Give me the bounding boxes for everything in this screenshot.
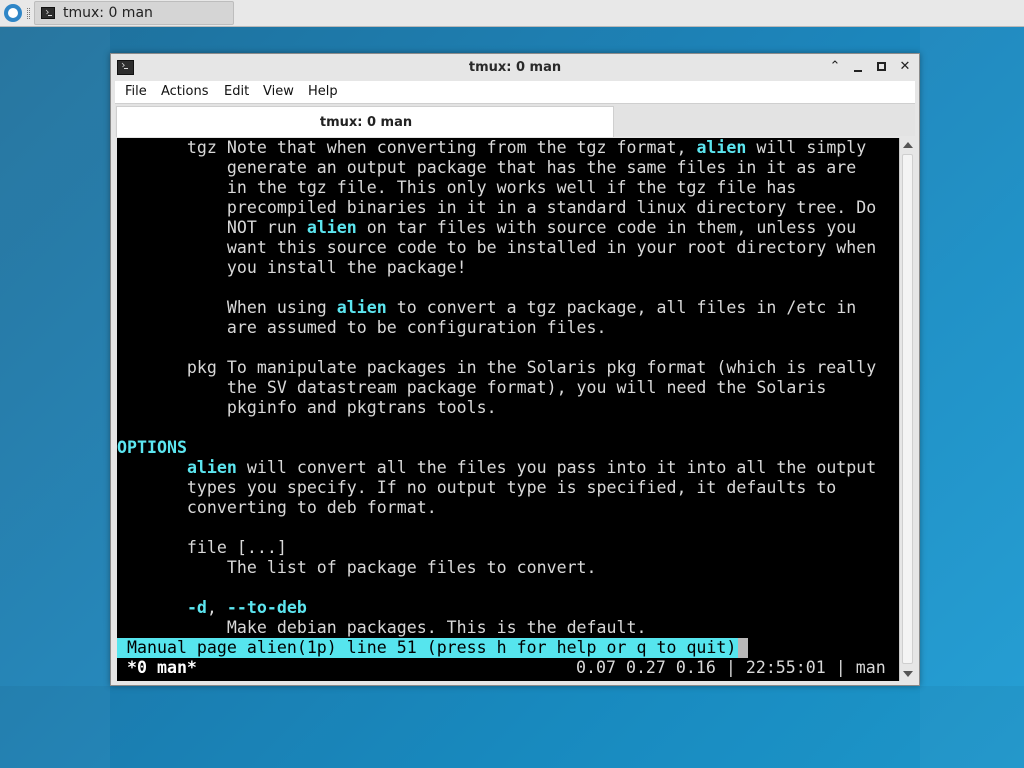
man-text: will simply [746,138,867,157]
man-text: generate an output package that has the … [117,158,857,177]
man-status-text: Manual page alien(1p) line 51 (press h f… [117,638,737,657]
taskbar-window-label: tmux: 0 man [63,5,153,21]
man-line: alien will convert all the files you pas… [117,458,876,478]
start-menu-icon[interactable] [4,4,22,22]
man-line: file [...] [117,538,287,558]
tab-label: tmux: 0 man [319,115,413,130]
man-text: on tar files with source code in them, u… [356,218,857,237]
man-text: tgz Note that when converting from the t… [117,138,697,157]
menu-view[interactable]: View [263,84,294,99]
man-line: NOT run alien on tar files with source c… [117,218,856,238]
scrollbar-thumb[interactable] [902,154,913,664]
man-text: are assumed to be configuration files. [117,318,607,337]
cursor [738,638,748,658]
man-text: The list of package files to convert. [117,558,597,577]
menu-actions[interactable]: Actions [161,84,209,99]
menu-edit[interactable]: Edit [224,84,249,99]
highlighted-term: alien [306,218,357,237]
man-line: pkg To manipulate packages in the Solari… [117,358,876,378]
man-line: pkginfo and pkgtrans tools. [117,398,497,418]
menu-file[interactable]: File [125,84,147,99]
terminal-icon [41,7,55,19]
man-line: want this source code to be installed in… [117,238,876,258]
menu-help[interactable]: Help [308,84,338,99]
man-text: precompiled binaries in it in a standard… [117,198,877,217]
top-panel: tmux: 0 man [0,0,1024,27]
man-line: in the tgz file. This only works well if… [117,178,796,198]
man-line: The list of package files to convert. [117,558,597,578]
man-text: types you specify. If no output type is … [117,478,837,497]
close-icon[interactable]: ✕ [897,59,913,75]
terminal-scrollbar[interactable] [899,138,915,681]
man-status-bar: Manual page alien(1p) line 51 (press h f… [117,638,747,658]
man-line: Make debian packages. This is the defaul… [117,618,647,638]
window-titlebar[interactable]: tmux: 0 man ⌃ ✕ [111,54,919,81]
man-line: are assumed to be configuration files. [117,318,607,338]
terminal-output[interactable]: tgz Note that when converting from the t… [117,138,899,681]
man-line: generate an output package that has the … [117,158,856,178]
highlighted-term: alien [696,138,747,157]
terminal-window: tmux: 0 man ⌃ ✕ File Actions Edit View H… [110,53,920,686]
man-line: OPTIONS [117,438,187,458]
man-line: types you specify. If no output type is … [117,478,836,498]
man-text: will convert all the files you pass into… [236,458,877,477]
man-line: When using alien to convert a tgz packag… [117,298,856,318]
man-text: pkginfo and pkgtrans tools. [117,398,497,417]
minimize-icon[interactable] [850,59,866,75]
man-line: tgz Note that when converting from the t… [117,138,866,158]
man-text: converting to deb format. [117,498,437,517]
highlighted-term: alien [186,458,237,477]
man-line: precompiled binaries in it in a standard… [117,198,876,218]
maximize-icon[interactable] [873,59,889,75]
man-line: -d, --to-deb [117,598,307,618]
tab-tmux[interactable]: tmux: 0 man [116,106,614,137]
highlighted-term: -d [186,598,207,617]
scroll-up-icon[interactable] [903,142,913,148]
man-text: file [...] [117,538,287,557]
highlighted-term: alien [336,298,387,317]
man-text: to convert a tgz package, all files in /… [386,298,857,317]
scroll-down-icon[interactable] [903,671,913,677]
man-text: in the tgz file. This only works well if… [117,178,797,197]
tmux-status-right: 0.07 0.27 0.16 | 22:55:01 | man [576,658,886,677]
window-title: tmux: 0 man [468,60,562,75]
panel-separator [27,8,30,19]
man-text: want this source code to be installed in… [117,238,877,257]
man-text [117,598,187,617]
man-text: , [206,598,227,617]
man-text: NOT run [117,218,307,237]
tmux-window-list[interactable]: *0 man* [117,658,197,678]
tab-bar: tmux: 0 man [115,103,915,137]
highlighted-term: OPTIONS [117,438,187,457]
man-line: converting to deb format. [117,498,437,518]
man-text: Make debian packages. This is the defaul… [117,618,647,637]
shade-icon[interactable]: ⌃ [827,59,843,75]
man-text: pkg To manipulate packages in the Solari… [117,358,877,377]
man-line: the SV datastream package format), you w… [117,378,826,398]
taskbar-window-button[interactable]: tmux: 0 man [34,1,234,25]
highlighted-term: --to-deb [226,598,307,617]
man-text: the SV datastream package format), you w… [117,378,827,397]
man-line: you install the package! [117,258,467,278]
man-text: When using [117,298,337,317]
man-text [117,458,187,477]
menu-bar: File Actions Edit View Help [115,81,915,103]
man-text: you install the package! [117,258,467,277]
